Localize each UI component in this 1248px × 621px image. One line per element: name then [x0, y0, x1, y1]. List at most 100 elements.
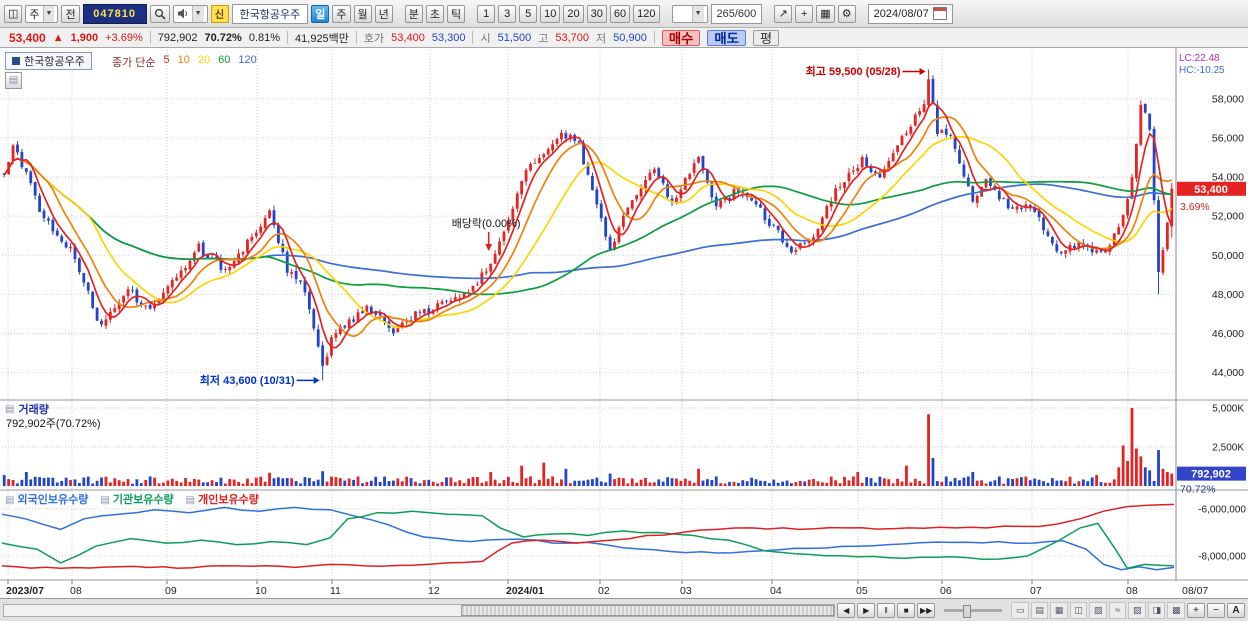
interval-1-button[interactable]: 1: [477, 4, 496, 23]
visible-bar-count[interactable]: 265/600: [710, 3, 763, 24]
svg-text:08: 08: [1126, 585, 1138, 597]
interval-5-button[interactable]: 5: [519, 4, 538, 23]
svg-text:12: 12: [428, 585, 440, 597]
svg-text:53,400: 53,400: [1194, 184, 1228, 196]
main-chart-title-box[interactable]: 한국항공우주: [5, 52, 92, 70]
chart-scrollbar[interactable]: [3, 603, 836, 617]
svg-text:-6,000,000: -6,000,000: [1198, 504, 1246, 515]
foreign-holdings-label: 외국인보유수량: [17, 494, 89, 506]
chart-window-icon[interactable]: ◫: [4, 4, 23, 23]
low-price: 50,900: [613, 31, 647, 44]
date-picker[interactable]: 2024/08/07: [867, 3, 953, 24]
series-square-icon: [12, 57, 20, 65]
volume-ratio: 0.81%: [248, 31, 281, 44]
svg-text:03: 03: [680, 585, 692, 597]
svg-text:10: 10: [255, 585, 267, 597]
ma10-legend: 10: [177, 54, 190, 66]
tab-period-week[interactable]: 주: [332, 4, 351, 23]
svg-text:2024/01: 2024/01: [506, 585, 544, 597]
status-badge-shin: 신: [210, 4, 229, 23]
calendar-icon: [932, 7, 947, 20]
window-split-icon[interactable]: ◫: [1069, 601, 1088, 619]
dense-grid-icon[interactable]: ▩: [1167, 601, 1185, 619]
fast-forward-button[interactable]: ▶▶: [917, 602, 936, 618]
price-change: 1,900: [70, 31, 99, 44]
svg-text:05: 05: [856, 585, 868, 597]
grid-icon: ▤: [5, 495, 15, 506]
buy-button[interactable]: 매수: [661, 29, 701, 46]
half-fill-icon[interactable]: ◨: [1147, 601, 1166, 619]
low-label: 저: [596, 32, 607, 45]
scroll-right-button[interactable]: ▶: [857, 602, 876, 618]
tab-period-minute[interactable]: 분: [404, 4, 423, 23]
low-annotation: 최저 43,600 (10/31): [200, 373, 295, 387]
wave-tool-icon[interactable]: ≈: [1108, 601, 1127, 619]
chart-grid-icon[interactable]: ▦: [1050, 601, 1068, 619]
pattern-tool-icon[interactable]: ▨: [1128, 601, 1146, 619]
grid-icon: ▤: [8, 75, 19, 86]
svg-text:70.72%: 70.72%: [1180, 484, 1216, 496]
interval-3-button[interactable]: 3: [498, 4, 517, 23]
up-arrow-icon: ▲: [52, 31, 64, 44]
zoom-slider-thumb[interactable]: [962, 604, 971, 618]
crosshair-tool-icon[interactable]: +: [795, 4, 814, 23]
indicator-select[interactable]: ▼: [671, 4, 708, 23]
svg-text:48,000: 48,000: [1212, 289, 1244, 301]
chart-canvas[interactable]: 58,000 56,000 54,000 52,000 50,000 48,000 46,0…: [0, 48, 1248, 598]
grid-icon: ▤: [100, 495, 110, 506]
svg-text:5,000K: 5,000K: [1212, 404, 1244, 415]
chart-tool-chip[interactable]: ▤: [5, 72, 22, 89]
sell-button[interactable]: 매도: [707, 29, 746, 46]
font-size-button[interactable]: A: [1227, 602, 1245, 618]
trade-value: 41,925백만: [295, 32, 349, 45]
speaker-icon: [177, 8, 187, 19]
zoom-in-button[interactable]: +: [1187, 602, 1205, 618]
svg-text:02: 02: [598, 585, 610, 597]
chart-style-icon[interactable]: ▦: [816, 4, 835, 23]
svg-text:44,000: 44,000: [1212, 367, 1244, 379]
grid-tool-icon[interactable]: ▤: [1030, 601, 1049, 619]
search-icon[interactable]: [149, 4, 170, 23]
zoom-slider[interactable]: [944, 604, 1003, 618]
chevron-down-icon: ▼: [42, 5, 55, 22]
interval-120-button[interactable]: 120: [633, 4, 660, 23]
interval-60-button[interactable]: 60: [609, 4, 631, 23]
stock-name: 한국항공우주: [231, 3, 309, 24]
institution-holdings-label: 기관보유수량: [112, 494, 174, 506]
chart-type-value: 주: [29, 8, 40, 21]
stop-button[interactable]: ■: [897, 602, 916, 618]
tab-period-day[interactable]: 일: [311, 4, 330, 23]
interval-20-button[interactable]: 20: [563, 4, 584, 23]
chevron-down-icon: ▼: [191, 5, 204, 22]
tab-period-year[interactable]: 년: [374, 4, 393, 23]
svg-text:HC:-10.25: HC:-10.25: [1179, 65, 1225, 76]
holdings-legend: ▤ 외국인보유수량 ▤ 기관보유수량 ▤ 개인보유수량: [5, 491, 259, 507]
svg-text:06: 06: [940, 585, 952, 597]
hatch-tool-icon[interactable]: ▧: [1089, 601, 1107, 619]
tab-period-month[interactable]: 월: [353, 4, 372, 23]
interval-30-button[interactable]: 30: [586, 4, 607, 23]
pause-button[interactable]: ‖: [877, 602, 896, 618]
top-toolbar: ◫ 주 ▼ 전 047810 ▼ 신 한국항공우주 일 주 월 년 분 초 틱 …: [0, 0, 1248, 28]
avg-button[interactable]: 평: [752, 29, 780, 46]
tab-period-tick[interactable]: 틱: [447, 4, 466, 23]
stock-code-input[interactable]: 047810: [82, 3, 147, 24]
zoom-out-button[interactable]: −: [1207, 602, 1225, 618]
jeon-button[interactable]: 전: [61, 4, 80, 23]
svg-text:58,000: 58,000: [1212, 93, 1244, 105]
tab-period-second[interactable]: 초: [425, 4, 445, 23]
scroll-left-button[interactable]: ◀: [837, 602, 856, 618]
scrollbar-thumb[interactable]: [460, 604, 835, 616]
interval-10-button[interactable]: 10: [540, 4, 561, 23]
settings-icon[interactable]: ⚙: [837, 4, 856, 23]
volume-subtitle: 792,902주(70.72%): [6, 418, 101, 430]
alert-sound-select[interactable]: ▼: [172, 4, 208, 23]
svg-text:LC:22.48: LC:22.48: [1179, 53, 1220, 64]
current-price: 53,400: [9, 30, 46, 45]
pan-tool-icon[interactable]: ▭: [1011, 601, 1029, 619]
chart-type-select[interactable]: 주 ▼: [25, 4, 59, 23]
chevron-down-icon: ▼: [691, 5, 704, 22]
high-price: 53,700: [555, 31, 590, 44]
trend-tool-icon[interactable]: ↗: [774, 4, 793, 23]
bid-price: 53,300: [431, 31, 466, 44]
